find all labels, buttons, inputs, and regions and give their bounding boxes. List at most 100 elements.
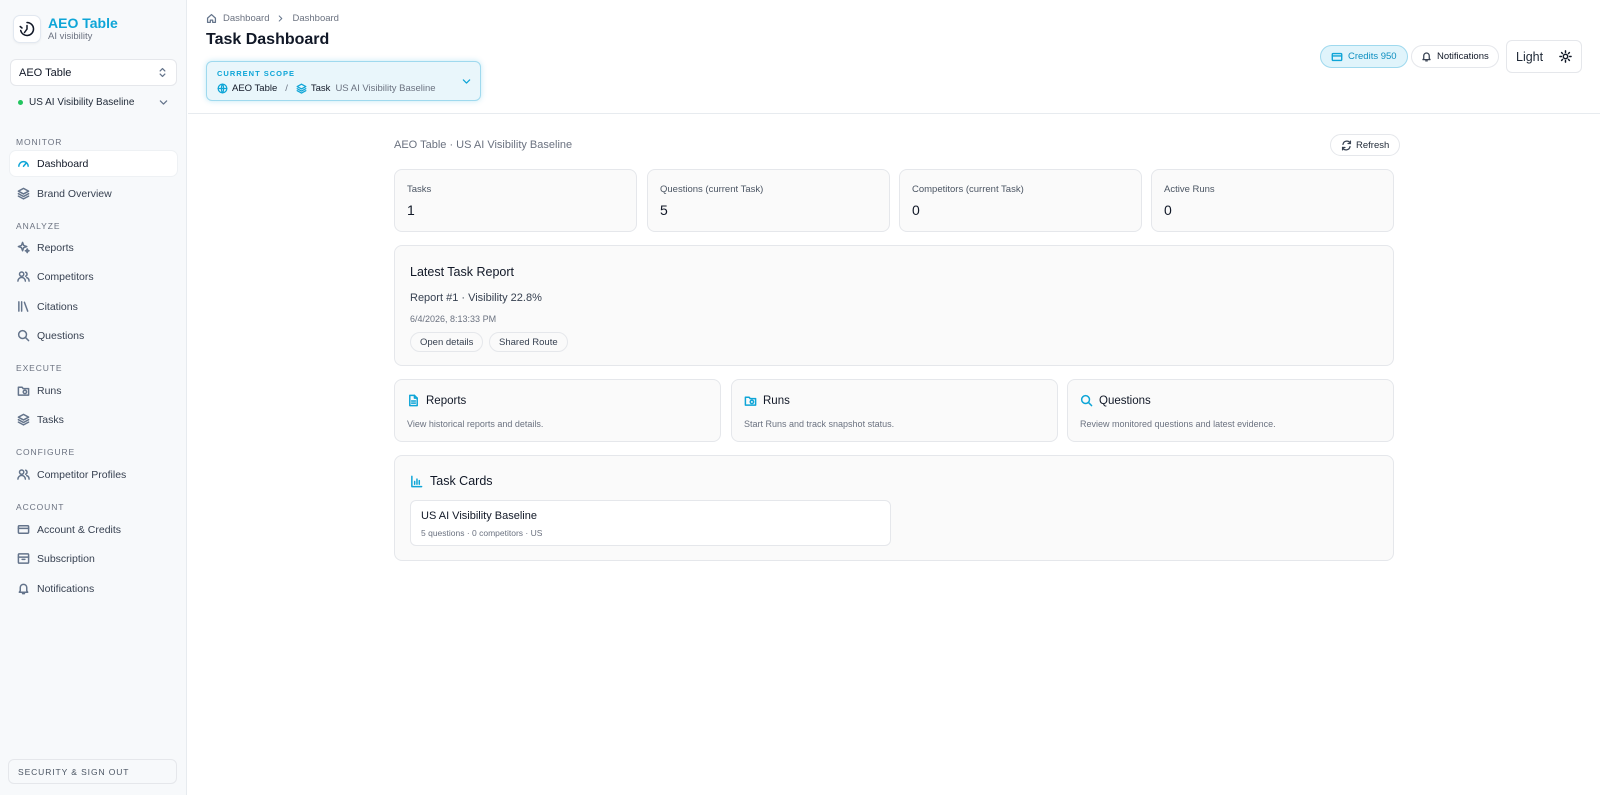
chevron-down-icon <box>462 79 471 84</box>
task-cards-title: Task Cards <box>430 474 493 488</box>
top-header: Dashboard Dashboard Task Dashboard CURRE… <box>188 0 1600 114</box>
breadcrumb-item[interactable]: Dashboard <box>223 13 269 24</box>
shared-route-button[interactable]: Shared Route <box>489 332 568 352</box>
task-card-meta: 5 questions · 0 competitors · US <box>421 528 543 538</box>
card-icon <box>17 525 30 534</box>
home-icon[interactable] <box>206 13 217 24</box>
sidebar-item-label: Citations <box>37 300 78 313</box>
sidebar-item-competitor-profiles[interactable]: Competitor Profiles <box>10 462 177 487</box>
context-label: AEO Table · US AI Visibility Baseline <box>394 139 573 151</box>
users-icon <box>17 271 30 282</box>
layers-icon <box>17 413 30 426</box>
scope-label: CURRENT SCOPE <box>217 69 296 78</box>
link-card-title: Runs <box>763 394 790 407</box>
reports-link-card[interactable]: Reports View historical reports and deta… <box>394 379 721 442</box>
link-card-description: Start Runs and track snapshot status. <box>744 419 895 429</box>
stat-card-competitors: Competitors (current Task) 0 <box>899 169 1142 232</box>
bar-chart-icon <box>411 475 423 487</box>
security-sign-out-button[interactable]: SECURITY & SIGN OUT <box>8 759 177 784</box>
sidebar-item-label: Notifications <box>37 582 95 595</box>
sidebar-item-label: Reports <box>37 241 74 254</box>
search-icon <box>1080 394 1093 407</box>
sidebar-item-dashboard[interactable]: Dashboard <box>10 151 177 176</box>
open-details-button[interactable]: Open details <box>410 332 484 352</box>
sidebar-item-subscription[interactable]: Subscription <box>10 546 177 571</box>
questions-link-card[interactable]: Questions Review monitored questions and… <box>1067 379 1394 442</box>
sidebar-item-label: Questions <box>37 329 85 342</box>
current-scope-dropdown[interactable]: CURRENT SCOPE AEO Table / Task US AI Vis… <box>206 61 481 101</box>
sidebar-item-label: Tasks <box>37 413 64 426</box>
stat-card-tasks: Tasks 1 <box>394 169 637 232</box>
sparkles-icon <box>17 241 30 254</box>
link-card-title: Questions <box>1099 394 1151 407</box>
sidebar: AEO Table AI visibility AEO Table US AI … <box>0 0 187 795</box>
sidebar-item-label: Competitor Profiles <box>37 468 127 481</box>
sidebar-item-label: Brand Overview <box>37 187 112 200</box>
stat-label: Competitors (current Task) <box>912 184 1024 195</box>
chevron-down-icon <box>159 99 168 105</box>
sidebar-item-label: Runs <box>37 384 62 397</box>
sidebar-item-notifications[interactable]: Notifications <box>10 576 177 601</box>
project-select[interactable]: AEO Table <box>10 59 177 86</box>
runs-link-card[interactable]: Runs Start Runs and track snapshot statu… <box>731 379 1058 442</box>
bell-icon <box>18 583 29 595</box>
layers-icon <box>296 83 307 94</box>
sun-icon <box>1559 50 1572 63</box>
file-text-icon <box>409 394 418 407</box>
search-icon <box>17 329 30 342</box>
refresh-icon <box>1341 140 1352 150</box>
link-card-description: Review monitored questions and latest ev… <box>1080 419 1276 429</box>
sidebar-item-questions[interactable]: Questions <box>10 323 177 348</box>
task-card[interactable]: US AI Visibility Baseline 5 questions · … <box>410 500 891 546</box>
credits-badge[interactable]: Credits 950 <box>1320 45 1408 68</box>
sidebar-item-competitors[interactable]: Competitors <box>10 264 177 289</box>
nav-section-configure: CONFIGURE <box>16 447 76 457</box>
stat-label: Tasks <box>407 184 432 195</box>
chevrons-up-down-icon <box>159 67 166 78</box>
sidebar-item-label: Dashboard <box>37 157 89 170</box>
card-icon <box>1331 52 1343 61</box>
refresh-label: Refresh <box>1356 139 1390 151</box>
project-select-value: AEO Table <box>19 66 72 79</box>
nav-section-analyze: ANALYZE <box>16 221 61 231</box>
folder-clock-icon <box>744 396 757 406</box>
sidebar-item-label: Account & Credits <box>37 523 122 536</box>
sidebar-item-account-credits[interactable]: Account & Credits <box>10 517 177 542</box>
chevron-right-icon <box>279 15 283 22</box>
task-select[interactable]: US AI Visibility Baseline <box>10 92 177 112</box>
credits-label: Credits 950 <box>1348 51 1397 62</box>
sidebar-item-brand-overview[interactable]: Brand Overview <box>10 181 177 206</box>
notifications-button[interactable]: Notifications <box>1411 45 1499 68</box>
archive-icon <box>17 553 30 564</box>
brand-tagline: AI visibility <box>48 31 93 42</box>
bell-icon <box>1422 52 1431 62</box>
refresh-button[interactable]: Refresh <box>1330 134 1401 156</box>
scope-separator: / <box>285 83 288 94</box>
latest-report-timestamp: 6/4/2026, 8:13:33 PM <box>410 314 497 324</box>
latest-report-summary: Report #1 · Visibility 22.8% <box>410 292 542 304</box>
sidebar-item-citations[interactable]: Citations <box>10 294 177 319</box>
layers-icon <box>17 187 30 200</box>
page-title: Task Dashboard <box>206 31 330 48</box>
theme-toggle[interactable]: Light <box>1506 40 1582 73</box>
sidebar-item-reports[interactable]: Reports <box>10 235 177 260</box>
latest-task-report-card: Latest Task Report Report #1 · Visibilit… <box>394 245 1394 366</box>
breadcrumb: Dashboard Dashboard <box>206 13 339 24</box>
sidebar-item-tasks[interactable]: Tasks <box>10 407 177 432</box>
task-card-name: US AI Visibility Baseline <box>421 510 537 522</box>
scope-task-prefix: Task <box>310 83 331 94</box>
nav-section-execute: EXECUTE <box>16 363 63 373</box>
stat-label: Questions (current Task) <box>660 184 764 195</box>
folder-clock-icon <box>17 386 30 396</box>
theme-label: Light <box>1516 49 1544 64</box>
brand[interactable]: AEO Table AI visibility <box>13 15 118 43</box>
brand-logo-icon <box>13 15 41 43</box>
breadcrumb-current: Dashboard <box>292 13 339 24</box>
latest-report-title: Latest Task Report <box>410 265 514 279</box>
sidebar-item-runs[interactable]: Runs <box>10 378 177 403</box>
sidebar-item-label: Subscription <box>37 552 95 565</box>
task-cards-panel: Task Cards US AI Visibility Baseline 5 q… <box>394 455 1394 561</box>
stat-value: 5 <box>660 202 668 218</box>
nav-section-monitor: MONITOR <box>16 137 63 147</box>
notifications-label: Notifications <box>1437 51 1489 62</box>
